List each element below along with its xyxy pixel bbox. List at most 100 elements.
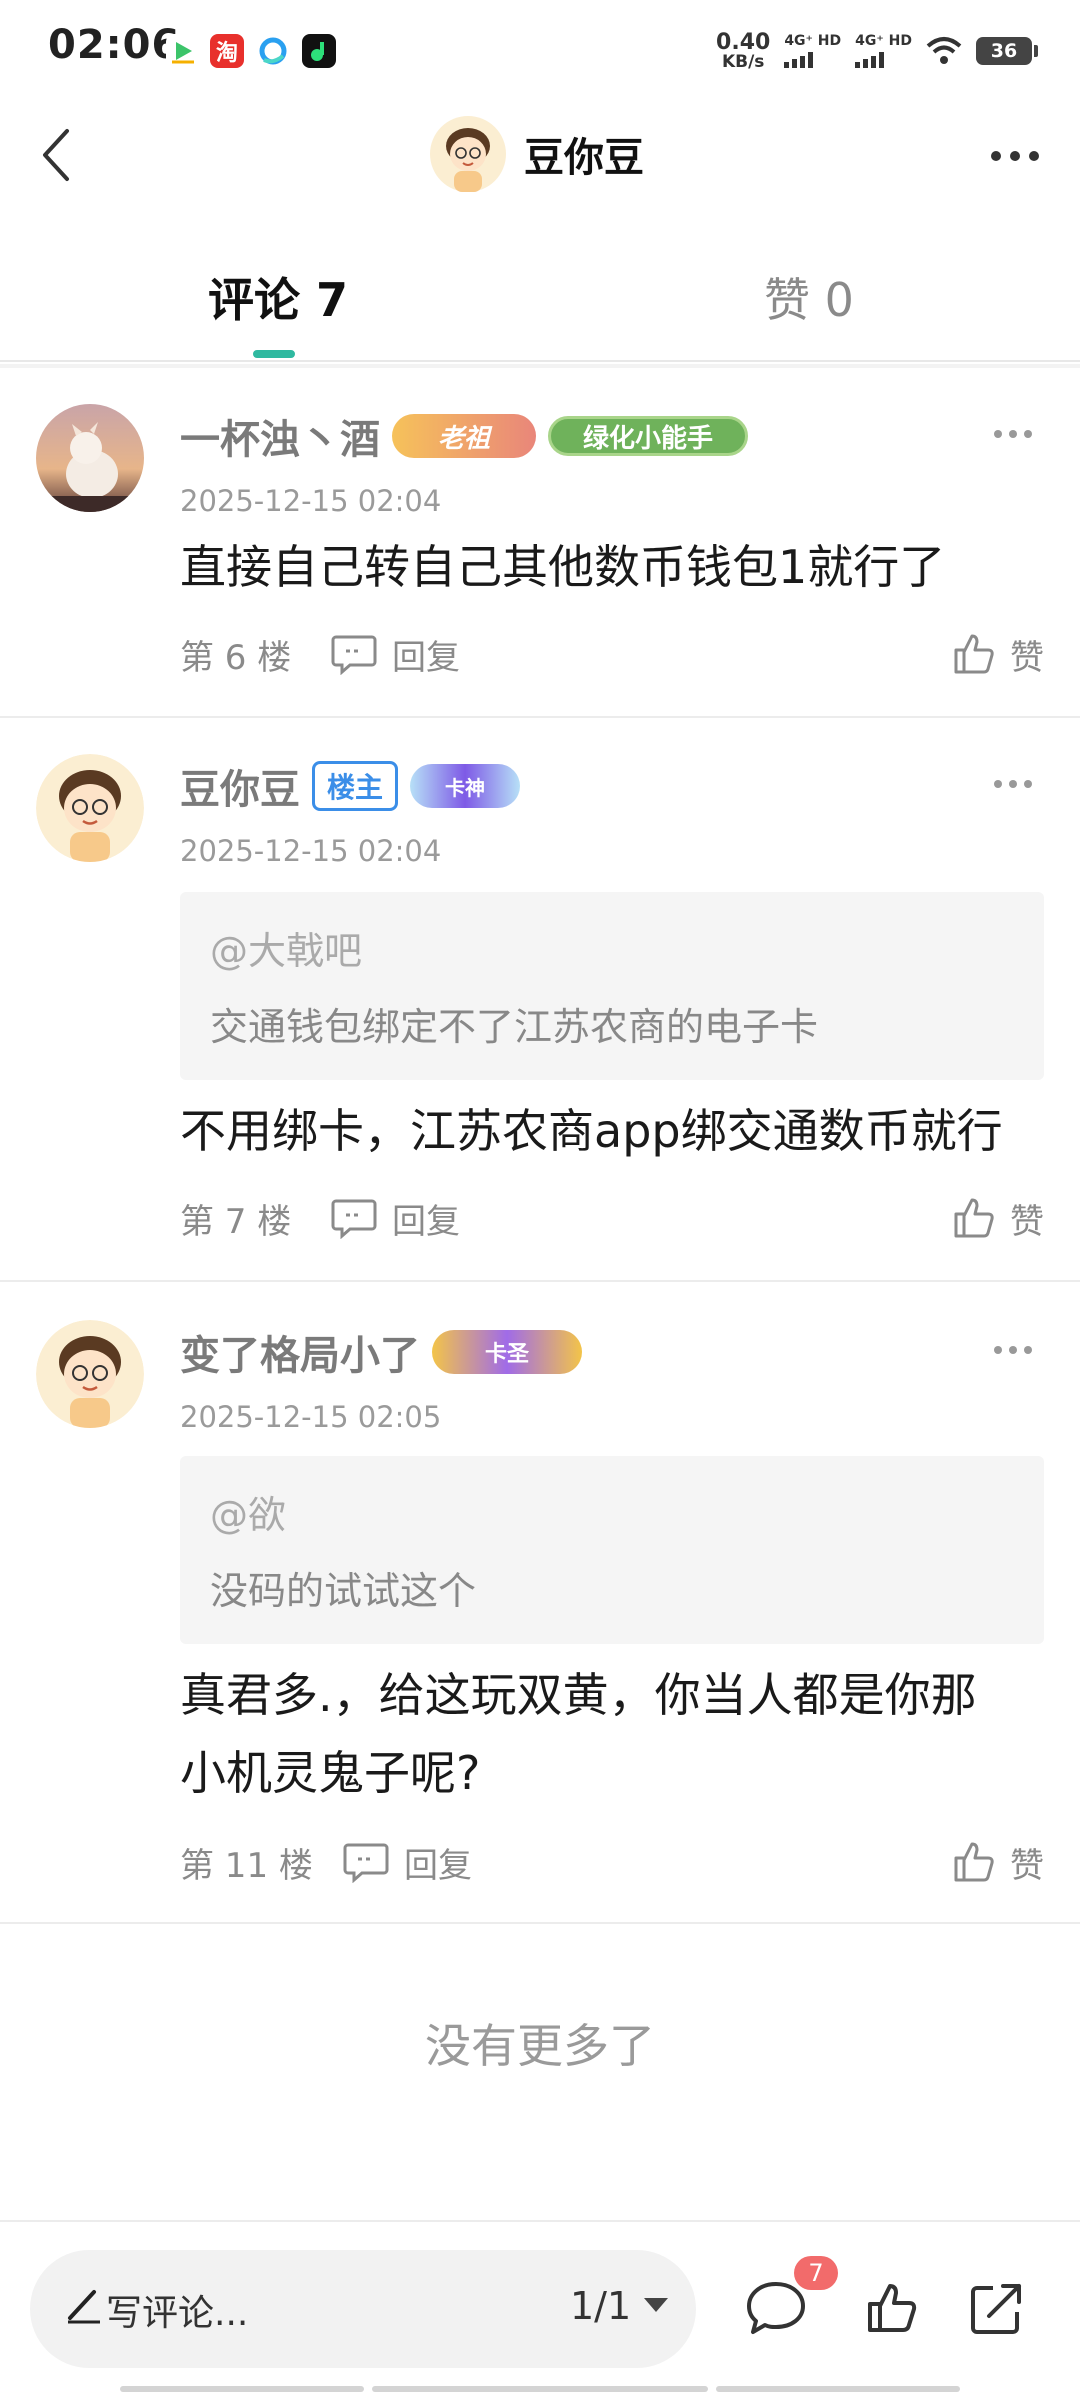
divider <box>0 1922 1080 1924</box>
avatar[interactable] <box>36 754 144 862</box>
comment-text-line: 真君多.，给这玩双黄，你当人都是你那 <box>180 1668 977 1722</box>
reply-label: 回复 <box>404 1845 472 1886</box>
commenter-name[interactable]: 一杯浊丶酒 <box>180 407 380 465</box>
quoted-text: 没码的试试这个 <box>210 1569 477 1613</box>
reply-button[interactable]: 回复 <box>330 1188 460 1248</box>
sim2-signal: 4G⁺ HD <box>855 34 912 68</box>
avatar[interactable] <box>36 1320 144 1428</box>
like-label: 赞 <box>1010 1845 1044 1886</box>
back-button[interactable] <box>22 120 92 190</box>
status-bar: 02:06 淘 0.40 KB/s 4G⁺ HD 4G⁺ HD 36 <box>0 0 1080 100</box>
comment-footer: 第 11 楼 回复 赞 <box>180 1832 1044 1892</box>
like-button[interactable]: 赞 <box>950 1188 1044 1248</box>
thumbs-up-icon <box>954 634 994 674</box>
comment-text-line: 小机灵鬼子呢? <box>180 1746 481 1800</box>
pencil-icon <box>68 2290 100 2324</box>
more-dot <box>1029 151 1039 161</box>
comment-time: 2025-12-15 02:04 <box>180 484 442 518</box>
reply-label: 回复 <box>392 637 460 678</box>
post-author[interactable]: 豆你豆 <box>430 116 644 192</box>
thumbs-up-icon <box>954 1842 994 1882</box>
signal-bars-icon <box>784 52 814 68</box>
comment-count-badge: 7 <box>794 2256 838 2290</box>
comment-text: 不用绑卡，江苏农商app绑交通数币就行 <box>180 1104 1003 1158</box>
commenter-name[interactable]: 变了格局小了 <box>180 1323 420 1381</box>
tab-comments[interactable]: 评论 7 <box>208 264 348 330</box>
quoted-user: @大戟吧 <box>210 929 363 973</box>
floor-number: 第 11 楼 <box>180 1846 313 1886</box>
browser-icon <box>256 34 290 68</box>
op-badge: 楼主 <box>312 761 399 811</box>
music-app-icon <box>302 34 336 68</box>
network-speed: 0.40 KB/s <box>716 29 771 71</box>
reply-button[interactable]: 回复 <box>342 1832 472 1892</box>
taobao-label: 淘 <box>215 41 238 66</box>
commenter-name[interactable]: 豆你豆 <box>180 757 300 815</box>
write-comment-input[interactable]: 写评论... 1/1 <box>30 2250 696 2368</box>
taobao-icon: 淘 <box>210 34 244 68</box>
badge-text: 卡神 <box>445 775 486 800</box>
avatar[interactable] <box>36 404 144 512</box>
floor-number: 第 7 楼 <box>180 1202 292 1242</box>
page-indicator[interactable]: 1/1 <box>570 2284 631 2328</box>
comment-footer: 第 6 楼 回复 赞 <box>180 624 1044 684</box>
gesture-bar <box>120 2386 364 2392</box>
divider <box>0 360 1080 362</box>
comment-item: 豆你豆 楼主 卡神 2025-12-15 02:04 @大戟吧 交通钱包绑定不了… <box>0 718 1080 1282</box>
comment-text: 直接自己转自己其他数币钱包1就行了 <box>180 540 946 594</box>
thumbs-up-icon <box>954 1198 994 1238</box>
more-horizontal-icon <box>991 151 1001 161</box>
quoted-comment[interactable]: @大戟吧 交通钱包绑定不了江苏农商的电子卡 <box>180 892 1044 1080</box>
divider <box>0 1280 1080 1282</box>
more-options-button[interactable] <box>980 136 1050 176</box>
comment-header: 变了格局小了 卡圣 <box>180 1324 582 1380</box>
floor-number: 第 6 楼 <box>180 638 292 678</box>
like-button[interactable]: 赞 <box>950 624 1044 684</box>
like-label: 赞 <box>1010 1201 1044 1242</box>
tab-indicator <box>253 350 295 358</box>
tv-app-icon <box>166 34 200 68</box>
sim2-label: 4G⁺ HD <box>855 33 912 49</box>
header-title: 豆你豆 <box>524 135 644 181</box>
comment-time: 2025-12-15 02:04 <box>180 834 442 868</box>
like-button[interactable]: 赞 <box>950 1832 1044 1892</box>
reply-icon <box>343 1843 389 1883</box>
avatar <box>430 116 506 192</box>
comment-header: 一杯浊丶酒 老祖 绿化小能手 <box>180 408 748 464</box>
comment-placeholder: 写评论... <box>106 2293 249 2334</box>
sim1-label: 4G⁺ HD <box>784 33 842 49</box>
badge-text: 老祖 <box>437 423 490 454</box>
share-icon <box>971 2284 1021 2334</box>
quoted-comment[interactable]: @欲 没码的试试这个 <box>180 1456 1044 1644</box>
honor-badge: 卡圣 <box>432 1330 582 1374</box>
reply-icon <box>331 635 377 675</box>
comments-button[interactable] <box>744 2276 808 2340</box>
quoted-user: @欲 <box>210 1493 287 1537</box>
badge-text: 卡圣 <box>484 1342 529 1367</box>
quoted-text: 交通钱包绑定不了江苏农商的电子卡 <box>210 1005 819 1049</box>
comment-more-button[interactable] <box>994 1346 1032 1354</box>
network-speed-value: 0.40 <box>716 29 771 55</box>
tab-likes[interactable]: 赞 0 <box>764 264 854 330</box>
signal-bars-icon <box>855 52 885 68</box>
comment-footer: 第 7 楼 回复 赞 <box>180 1188 1044 1248</box>
chevron-left-icon <box>43 129 69 181</box>
share-button[interactable] <box>964 2276 1028 2340</box>
like-label: 赞 <box>1010 637 1044 678</box>
reply-button[interactable]: 回复 <box>330 624 460 684</box>
comment-text: 真君多.，给这玩双黄，你当人都是你那 小机灵鬼子呢? <box>180 1656 1050 1812</box>
thumbs-up-icon <box>868 2284 917 2332</box>
reply-icon <box>331 1199 377 1239</box>
end-of-list-label: 没有更多了 <box>425 2019 655 2073</box>
status-indicators: 0.40 KB/s 4G⁺ HD 4G⁺ HD 36 <box>716 26 1038 76</box>
honor-badge: 卡神 <box>410 764 521 808</box>
caret-down-icon[interactable] <box>644 2298 668 2312</box>
comment-time: 2025-12-15 02:05 <box>180 1400 442 1434</box>
reply-label: 回复 <box>392 1201 460 1242</box>
comment-more-button[interactable] <box>994 430 1032 438</box>
comment-more-button[interactable] <box>994 780 1032 788</box>
like-post-button[interactable] <box>860 2276 924 2340</box>
battery-icon: 36 <box>976 37 1038 65</box>
status-time: 02:06 <box>48 22 181 68</box>
comment-item: 一杯浊丶酒 老祖 绿化小能手 2025-12-15 02:04 直接自己转自己其… <box>0 368 1080 714</box>
